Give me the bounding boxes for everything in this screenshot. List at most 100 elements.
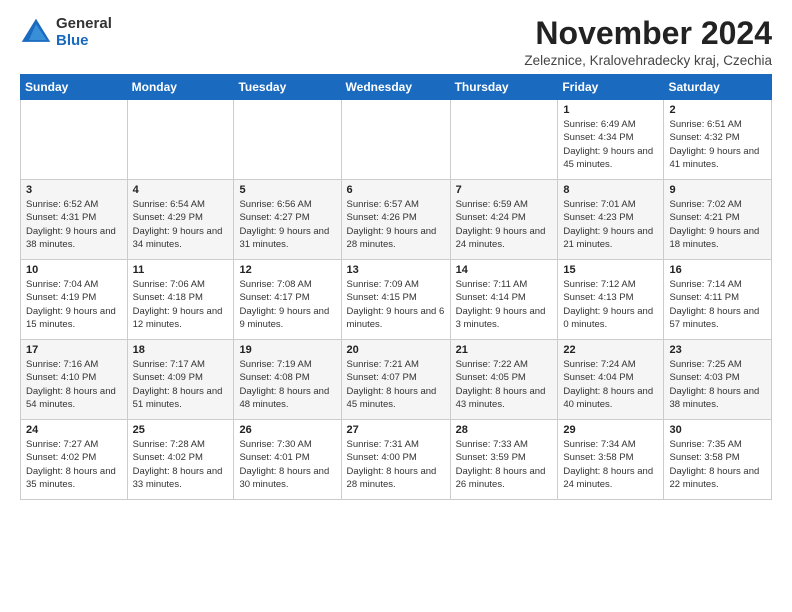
day-info: Sunrise: 7:24 AM Sunset: 4:04 PM Dayligh…: [563, 358, 658, 411]
logo-blue-text: Blue: [56, 33, 112, 50]
day-number: 23: [669, 344, 766, 356]
day-number: 19: [239, 344, 335, 356]
page: General Blue November 2024 Zeleznice, Kr…: [0, 0, 792, 612]
day-number: 30: [669, 424, 766, 436]
calendar-cell: 15Sunrise: 7:12 AM Sunset: 4:13 PM Dayli…: [558, 260, 664, 340]
day-info: Sunrise: 7:27 AM Sunset: 4:02 PM Dayligh…: [26, 438, 122, 491]
subtitle: Zeleznice, Kralovehradecky kraj, Czechia: [524, 53, 772, 68]
day-info: Sunrise: 7:35 AM Sunset: 3:58 PM Dayligh…: [669, 438, 766, 491]
calendar-cell: 23 Sunrise: 7:25 AM Sunset: 4:03 PM Dayli…: [664, 340, 772, 420]
day-number: 29: [563, 424, 658, 436]
logo-general-text: General: [56, 16, 112, 33]
calendar-week-3: 10Sunrise: 7:04 AM Sunset: 4:19 PM Dayli…: [21, 260, 772, 340]
day-info: Sunrise: 6:49 AM Sunset: 4:34 PM Dayligh…: [563, 118, 658, 171]
day-info: Sunrise: 7:08 AM Sunset: 4:17 PM Dayligh…: [239, 278, 335, 331]
day-number: 28: [456, 424, 553, 436]
calendar-cell: [21, 100, 128, 180]
day-number: 24: [26, 424, 122, 436]
day-number: 14: [456, 264, 553, 276]
day-info: Sunrise: 7:33 AM Sunset: 3:59 PM Dayligh…: [456, 438, 553, 491]
calendar-cell: 17 Sunrise: 7:16 AM Sunset: 4:10 PM Dayli…: [21, 340, 128, 420]
calendar-cell: 26 Sunrise: 7:30 AM Sunset: 4:01 PM Dayli…: [234, 420, 341, 500]
calendar-body: 1 Sunrise: 6:49 AM Sunset: 4:34 PM Daylig…: [21, 100, 772, 500]
calendar-cell: 16Sunrise: 7:14 AM Sunset: 4:11 PM Dayli…: [664, 260, 772, 340]
calendar-cell: 7Sunrise: 6:59 AM Sunset: 4:24 PM Daylig…: [450, 180, 558, 260]
col-thursday: Thursday: [450, 75, 558, 100]
day-number: 21: [456, 344, 553, 356]
day-info: Sunrise: 6:56 AM Sunset: 4:27 PM Dayligh…: [239, 198, 335, 251]
day-info: Sunrise: 7:31 AM Sunset: 4:00 PM Dayligh…: [347, 438, 445, 491]
calendar-cell: 10Sunrise: 7:04 AM Sunset: 4:19 PM Dayli…: [21, 260, 128, 340]
day-number: 26: [239, 424, 335, 436]
day-number: 1: [563, 104, 658, 116]
day-info: Sunrise: 6:52 AM Sunset: 4:31 PM Dayligh…: [26, 198, 122, 251]
logo-text: General Blue: [56, 16, 112, 49]
day-number: 7: [456, 184, 553, 196]
day-info: Sunrise: 7:22 AM Sunset: 4:05 PM Dayligh…: [456, 358, 553, 411]
day-info: Sunrise: 7:12 AM Sunset: 4:13 PM Dayligh…: [563, 278, 658, 331]
calendar-cell: 11 Sunrise: 7:06 AM Sunset: 4:18 PM Dayli…: [127, 260, 234, 340]
main-title: November 2024: [524, 16, 772, 51]
calendar-cell: 8Sunrise: 7:01 AM Sunset: 4:23 PM Daylig…: [558, 180, 664, 260]
calendar-cell: 25Sunrise: 7:28 AM Sunset: 4:02 PM Dayli…: [127, 420, 234, 500]
day-info: Sunrise: 7:28 AM Sunset: 4:02 PM Dayligh…: [133, 438, 229, 491]
day-info: Sunrise: 7:30 AM Sunset: 4:01 PM Dayligh…: [239, 438, 335, 491]
day-number: 2: [669, 104, 766, 116]
day-number: 4: [133, 184, 229, 196]
calendar-week-1: 1 Sunrise: 6:49 AM Sunset: 4:34 PM Daylig…: [21, 100, 772, 180]
calendar-cell: 1 Sunrise: 6:49 AM Sunset: 4:34 PM Daylig…: [558, 100, 664, 180]
logo-icon: [20, 17, 52, 49]
day-number: 9: [669, 184, 766, 196]
calendar-cell: [234, 100, 341, 180]
calendar-cell: 3Sunrise: 6:52 AM Sunset: 4:31 PM Daylig…: [21, 180, 128, 260]
header: General Blue November 2024 Zeleznice, Kr…: [20, 16, 772, 68]
day-info: Sunrise: 7:16 AM Sunset: 4:10 PM Dayligh…: [26, 358, 122, 411]
calendar-cell: 19Sunrise: 7:19 AM Sunset: 4:08 PM Dayli…: [234, 340, 341, 420]
title-block: November 2024 Zeleznice, Kralovehradecky…: [524, 16, 772, 68]
day-info: Sunrise: 7:34 AM Sunset: 3:58 PM Dayligh…: [563, 438, 658, 491]
day-number: 17: [26, 344, 122, 356]
calendar-cell: 5 Sunrise: 6:56 AM Sunset: 4:27 PM Daylig…: [234, 180, 341, 260]
day-number: 13: [347, 264, 445, 276]
col-friday: Friday: [558, 75, 664, 100]
calendar-cell: 20 Sunrise: 7:21 AM Sunset: 4:07 PM Dayli…: [341, 340, 450, 420]
day-number: 5: [239, 184, 335, 196]
calendar-cell: 4 Sunrise: 6:54 AM Sunset: 4:29 PM Daylig…: [127, 180, 234, 260]
calendar-cell: [127, 100, 234, 180]
day-number: 22: [563, 344, 658, 356]
col-wednesday: Wednesday: [341, 75, 450, 100]
calendar-cell: 12 Sunrise: 7:08 AM Sunset: 4:17 PM Dayli…: [234, 260, 341, 340]
day-info: Sunrise: 6:57 AM Sunset: 4:26 PM Dayligh…: [347, 198, 445, 251]
calendar-cell: 30 Sunrise: 7:35 AM Sunset: 3:58 PM Dayli…: [664, 420, 772, 500]
day-number: 11: [133, 264, 229, 276]
day-info: Sunrise: 6:54 AM Sunset: 4:29 PM Dayligh…: [133, 198, 229, 251]
calendar-cell: 28 Sunrise: 7:33 AM Sunset: 3:59 PM Dayli…: [450, 420, 558, 500]
calendar-week-2: 3Sunrise: 6:52 AM Sunset: 4:31 PM Daylig…: [21, 180, 772, 260]
day-number: 6: [347, 184, 445, 196]
calendar-cell: 14Sunrise: 7:11 AM Sunset: 4:14 PM Dayli…: [450, 260, 558, 340]
day-info: Sunrise: 7:25 AM Sunset: 4:03 PM Dayligh…: [669, 358, 766, 411]
day-number: 12: [239, 264, 335, 276]
day-number: 18: [133, 344, 229, 356]
day-info: Sunrise: 7:06 AM Sunset: 4:18 PM Dayligh…: [133, 278, 229, 331]
day-info: Sunrise: 7:17 AM Sunset: 4:09 PM Dayligh…: [133, 358, 229, 411]
day-number: 20: [347, 344, 445, 356]
calendar: Sunday Monday Tuesday Wednesday Thursday…: [20, 74, 772, 500]
calendar-cell: 2Sunrise: 6:51 AM Sunset: 4:32 PM Daylig…: [664, 100, 772, 180]
logo: General Blue: [20, 16, 112, 49]
calendar-week-5: 24 Sunrise: 7:27 AM Sunset: 4:02 PM Dayli…: [21, 420, 772, 500]
col-sunday: Sunday: [21, 75, 128, 100]
calendar-cell: [341, 100, 450, 180]
calendar-cell: 18 Sunrise: 7:17 AM Sunset: 4:09 PM Dayli…: [127, 340, 234, 420]
calendar-cell: 9 Sunrise: 7:02 AM Sunset: 4:21 PM Daylig…: [664, 180, 772, 260]
day-info: Sunrise: 7:01 AM Sunset: 4:23 PM Dayligh…: [563, 198, 658, 251]
header-row: Sunday Monday Tuesday Wednesday Thursday…: [21, 75, 772, 100]
calendar-cell: 24 Sunrise: 7:27 AM Sunset: 4:02 PM Dayli…: [21, 420, 128, 500]
calendar-cell: 21 Sunrise: 7:22 AM Sunset: 4:05 PM Dayli…: [450, 340, 558, 420]
day-info: Sunrise: 7:21 AM Sunset: 4:07 PM Dayligh…: [347, 358, 445, 411]
calendar-cell: 22 Sunrise: 7:24 AM Sunset: 4:04 PM Dayli…: [558, 340, 664, 420]
col-tuesday: Tuesday: [234, 75, 341, 100]
day-info: Sunrise: 7:02 AM Sunset: 4:21 PM Dayligh…: [669, 198, 766, 251]
calendar-cell: [450, 100, 558, 180]
col-saturday: Saturday: [664, 75, 772, 100]
